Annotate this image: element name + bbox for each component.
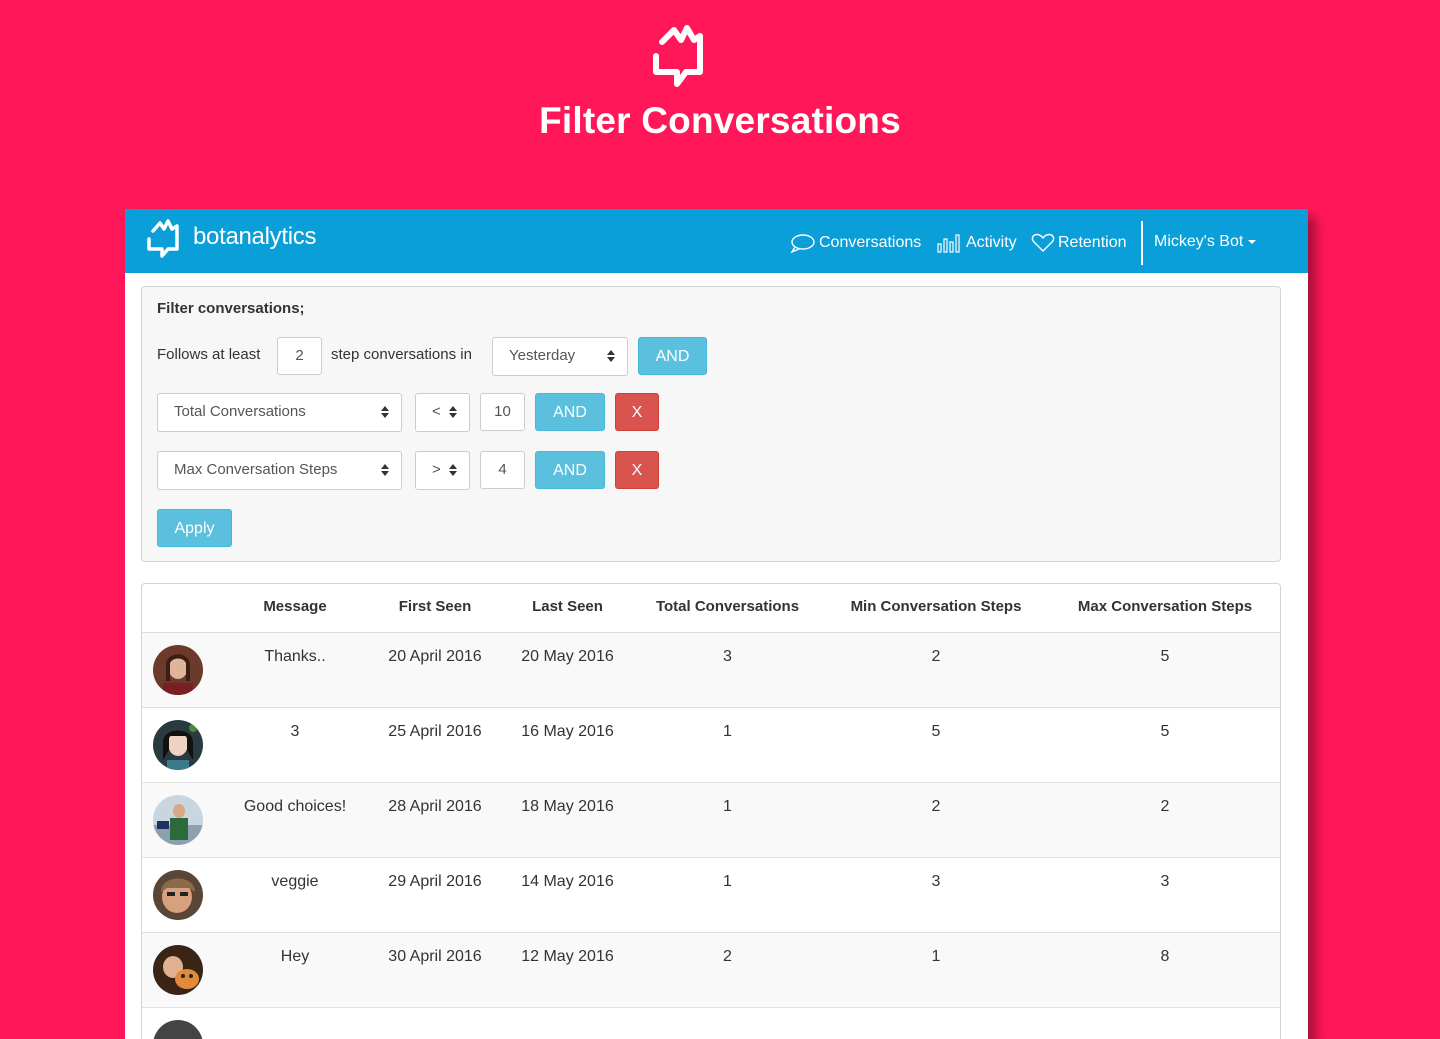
min-steps-cell: 3	[931, 873, 941, 890]
message-cell: Hey	[280, 948, 310, 965]
and-button[interactable]: AND	[638, 337, 707, 375]
page-title: Filter Conversations	[539, 100, 901, 141]
first-seen-cell: 30 April 2016	[388, 948, 482, 965]
nav-conversations[interactable]: Conversations	[790, 233, 921, 253]
max-steps-cell: 3	[1160, 873, 1170, 890]
table-row[interactable]: Hey 30 April 2016 12 May 2016 2 1 8	[142, 933, 1280, 1008]
select-arrows-icon	[449, 406, 457, 418]
caret-down-icon	[1248, 240, 1257, 244]
condition-field-value: Max Conversation Steps	[174, 461, 338, 478]
min-steps-cell: 2	[931, 798, 941, 815]
column-header[interactable]: Total Conversations	[630, 598, 825, 615]
app-window: botanalytics Conversations Activity Rete…	[125, 209, 1308, 1039]
min-steps-cell: 5	[931, 723, 941, 740]
heart-icon	[1031, 233, 1055, 252]
navbar: botanalytics Conversations Activity Rete…	[125, 209, 1308, 273]
max-steps-cell: 2	[1160, 798, 1170, 815]
follows-at-least-label: Follows at least	[157, 346, 261, 363]
condition-field-select[interactable]: Max Conversation Steps	[157, 451, 402, 490]
total-conversations-cell: 2	[723, 948, 732, 965]
user-menu[interactable]: Mickey's Bot	[1154, 233, 1257, 251]
last-seen-cell: 18 May 2016	[521, 798, 614, 815]
nav-conversations-label: Conversations	[819, 234, 922, 251]
max-steps-cell: 8	[1160, 948, 1170, 965]
nav-activity-label: Activity	[966, 234, 1017, 251]
select-arrows-icon	[449, 464, 457, 476]
message-cell: Good choices!	[243, 798, 347, 815]
user-menu-label: Mickey's Bot	[1154, 233, 1244, 250]
steps-input[interactable]: 2	[277, 337, 322, 375]
select-arrows-icon	[381, 406, 389, 418]
total-conversations-cell: 1	[723, 873, 732, 890]
max-steps-cell: 5	[1160, 648, 1170, 665]
avatar	[153, 720, 203, 770]
conversations-table: Message First Seen Last Seen Total Conve…	[141, 583, 1281, 1039]
avatar	[153, 1020, 203, 1039]
first-seen-cell: 29 April 2016	[388, 873, 482, 890]
period-select[interactable]: Yesterday	[492, 337, 628, 376]
condition-operator-value: >	[432, 461, 441, 478]
nav-activity[interactable]: Activity	[937, 233, 1017, 253]
message-cell: veggie	[271, 873, 319, 890]
last-seen-cell: 14 May 2016	[521, 873, 614, 890]
column-header[interactable]: Last Seen	[505, 598, 630, 615]
condition-operator-select[interactable]: <	[415, 393, 470, 432]
column-header[interactable]: Min Conversation Steps	[825, 598, 1047, 615]
first-seen-cell: 20 April 2016	[388, 648, 482, 665]
remove-condition-button[interactable]: X	[615, 393, 659, 431]
total-conversations-cell: 3	[723, 648, 732, 665]
condition-value-input[interactable]: 10	[480, 393, 525, 431]
chat-bubble-icon	[790, 234, 815, 253]
nav-retention-label: Retention	[1058, 234, 1127, 251]
table-row[interactable]: 3 25 April 2016 16 May 2016 1 5 5	[142, 708, 1280, 783]
condition-operator-value: <	[432, 403, 441, 420]
nav-retention[interactable]: Retention	[1031, 233, 1127, 253]
nav-divider	[1141, 221, 1143, 265]
min-steps-cell: 1	[931, 948, 941, 965]
bar-chart-icon	[937, 234, 960, 253]
period-select-value: Yesterday	[509, 347, 576, 364]
table-row[interactable]: Good choices! 28 April 2016 18 May 2016 …	[142, 783, 1280, 858]
avatar	[153, 945, 203, 995]
message-cell: Thanks..	[264, 648, 326, 665]
botanalytics-logo-icon	[653, 25, 703, 87]
condition-value-input[interactable]: 4	[480, 451, 525, 489]
brand-logo-icon[interactable]	[145, 217, 183, 259]
select-arrows-icon	[381, 464, 389, 476]
max-steps-cell: 5	[1160, 723, 1170, 740]
column-header[interactable]: Message	[225, 598, 365, 615]
apply-button[interactable]: Apply	[157, 509, 232, 547]
filter-panel: Filter conversations; Follows at least 2…	[141, 286, 1281, 562]
condition-operator-select[interactable]: >	[415, 451, 470, 490]
table-row[interactable]: veggie 29 April 2016 14 May 2016 1 3 3	[142, 858, 1280, 933]
first-seen-cell: 28 April 2016	[388, 798, 482, 815]
condition-field-select[interactable]: Total Conversations	[157, 393, 402, 432]
condition-field-value: Total Conversations	[174, 403, 306, 420]
last-seen-cell: 12 May 2016	[521, 948, 614, 965]
brand-name[interactable]: botanalytics	[193, 223, 316, 251]
select-arrows-icon	[607, 350, 615, 362]
avatar	[153, 870, 203, 920]
table-row[interactable]: Thanks.. 20 April 2016 20 May 2016 3 2 5	[142, 633, 1280, 708]
message-cell: 3	[290, 723, 300, 740]
last-seen-cell: 16 May 2016	[521, 723, 614, 740]
min-steps-cell: 2	[931, 648, 941, 665]
step-conversations-label: step conversations in	[331, 346, 472, 363]
and-button[interactable]: AND	[535, 451, 605, 489]
avatar	[153, 795, 203, 845]
total-conversations-cell: 1	[723, 723, 732, 740]
avatar	[153, 645, 203, 695]
and-button[interactable]: AND	[535, 393, 605, 431]
filter-title: Filter conversations;	[157, 300, 305, 317]
column-header[interactable]: First Seen	[365, 598, 505, 615]
column-header[interactable]: Max Conversation Steps	[1047, 598, 1280, 615]
first-seen-cell: 25 April 2016	[388, 723, 482, 740]
remove-condition-button[interactable]: X	[615, 451, 659, 489]
last-seen-cell: 20 May 2016	[521, 648, 614, 665]
total-conversations-cell: 1	[723, 798, 732, 815]
